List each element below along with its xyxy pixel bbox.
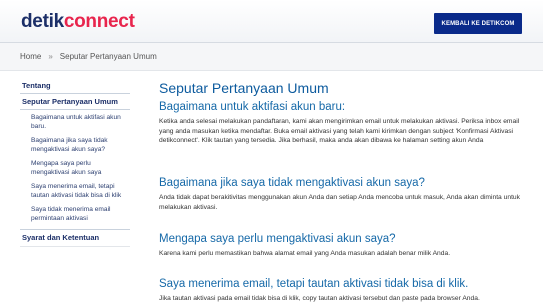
sidebar-item-seputar-pertanyaan-umum[interactable]: Seputar Pertanyaan Umum [20,93,130,110]
faq-question: Bagaimana jika saya tidak mengaktivasi a… [159,177,425,189]
sidebar-item-tentang[interactable]: Tentang [20,78,130,93]
breadcrumb-current: Seputar Pertanyaan Umum [59,52,157,61]
sidebar-subitem-tidak-menerima-email[interactable]: Saya tidak menerima email permintaan akt… [20,206,130,223]
logo-part-detik: detik [21,11,64,32]
sidebar-nav: Tentang Seputar Pertanyaan Umum Bagaiman… [20,78,130,247]
page-title: Seputar Pertanyaan Umum [159,80,329,96]
breadcrumb: Home » Seputar Pertanyaan Umum [20,52,157,61]
faq-question: Mengapa saya perlu mengaktivasi akun say… [159,233,396,245]
breadcrumb-home-link[interactable]: Home [20,52,41,61]
breadcrumb-separator: » [48,52,53,61]
faq-question: Saya menerima email, tetapi tautan aktiv… [159,278,469,290]
logo-part-connect: connect [63,11,135,32]
sidebar-subitem-tidak-mengaktivasi[interactable]: Bagaimana jika saya tidak mengaktivasi a… [20,137,130,154]
faq-answer: Ketika anda selesai melakukan pandaftara… [159,118,520,144]
breadcrumb-bar: Home » Seputar Pertanyaan Umum [0,43,543,71]
sidebar-subitem-mengapa-aktivasi[interactable]: Mengapa saya perlu mengaktivasi akun say… [20,160,130,177]
sidebar-item-syarat-ketentuan[interactable]: Syarat dan Ketentuan [20,229,130,247]
site-header: detikconnect KEMBALI KE DETIKCOM [0,0,543,43]
sidebar-subitem-aktifasi[interactable]: Bagaimana untuk aktifasi akun baru. [20,114,130,131]
sidebar-subitem-tautan-tidak-bisa-klik[interactable]: Saya menerima email, tetapi tautan aktiv… [20,183,130,200]
faq-answer: Anda tidak dapat berakitivitas menggunak… [159,194,520,211]
faq-item: Bagaimana untuk aktifasi akun baru: Keti… [159,100,529,146]
faq-answer: Jika tautan aktivasi pada email tidak bi… [159,295,480,302]
back-to-detikcom-button[interactable]: KEMBALI KE DETIKCOM [434,13,522,34]
faq-question: Bagaimana untuk aktifasi akun baru: [159,101,346,113]
faq-answer: Karena kami perlu memastikan bahwa alama… [159,250,451,257]
main-content: Seputar Pertanyaan Umum Bagaimana untuk … [159,80,529,302]
faq-item: Mengapa saya perlu mengaktivasi akun say… [159,232,529,259]
faq-item: Bagaimana jika saya tidak mengaktivasi a… [159,176,529,212]
detikconnect-logo[interactable]: detikconnect [21,12,135,32]
faq-item: Saya menerima email, tetapi tautan aktiv… [159,277,529,304]
